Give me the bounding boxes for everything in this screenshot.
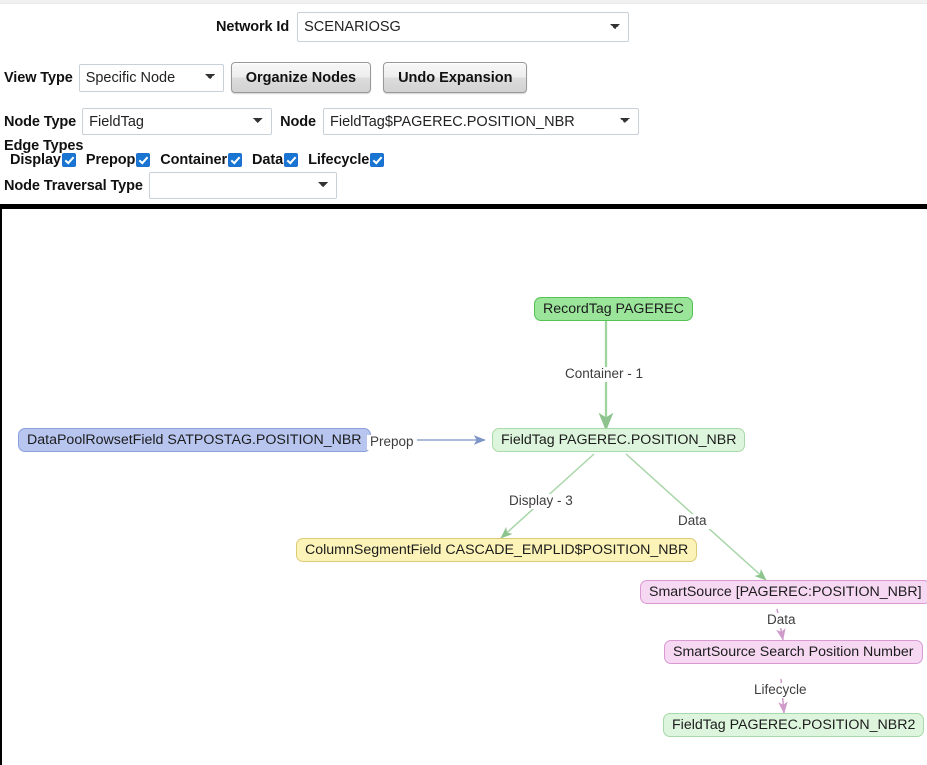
graph-canvas-panel[interactable]: RecordTag PAGEREC DataPoolRowsetField SA… bbox=[0, 204, 927, 765]
graph-node-datapoolrowsetfield[interactable]: DataPoolRowsetField SATPOSTAG.POSITION_N… bbox=[18, 428, 371, 452]
view-type-row: View Type Specific Node Organize Nodes U… bbox=[4, 62, 528, 93]
node-traversal-row: Node Traversal Type bbox=[4, 172, 337, 199]
edge-type-container[interactable]: Container bbox=[160, 152, 243, 168]
edge-type-prepop[interactable]: Prepop bbox=[85, 152, 151, 168]
edge-type-data-checkbox[interactable] bbox=[284, 153, 299, 167]
edge-label-prepop: Prepop bbox=[367, 434, 417, 450]
node-traversal-select[interactable] bbox=[148, 172, 337, 199]
node-type-label: Node Type bbox=[4, 113, 77, 130]
edge-type-display-label: Display bbox=[10, 152, 61, 168]
edge-type-container-label: Container bbox=[160, 152, 228, 168]
edge-label-lifecycle: Lifecycle bbox=[751, 682, 810, 698]
network-id-row: Network Id SCENARIOSG bbox=[216, 12, 630, 42]
edge-type-data-label: Data bbox=[252, 152, 284, 168]
edge-label-data-1: Data bbox=[675, 513, 710, 529]
node-type-row: Node Type FieldTag Node FieldTag$PAGEREC… bbox=[4, 108, 640, 135]
node-select[interactable]: FieldTag$PAGEREC.POSITION_NBR bbox=[323, 108, 640, 135]
edge-label-container: Container - 1 bbox=[562, 366, 647, 382]
node-traversal-label: Node Traversal Type bbox=[4, 177, 143, 194]
view-type-select[interactable]: Specific Node bbox=[78, 63, 224, 92]
edge-types-checkbox-row: Display Prepop Container Data Lifecycle bbox=[10, 152, 385, 168]
edge-type-lifecycle-checkbox[interactable] bbox=[370, 153, 385, 167]
graph-node-fieldtag2[interactable]: FieldTag PAGEREC.POSITION_NBR2 bbox=[663, 713, 925, 737]
edge-type-prepop-label: Prepop bbox=[85, 152, 136, 168]
edge-type-display[interactable]: Display bbox=[10, 152, 76, 168]
graph-node-fieldtag[interactable]: FieldTag PAGEREC.POSITION_NBR bbox=[492, 428, 746, 452]
edge-label-data-2: Data bbox=[764, 612, 799, 628]
edge-type-lifecycle[interactable]: Lifecycle bbox=[308, 152, 385, 168]
organize-nodes-button[interactable]: Organize Nodes bbox=[230, 62, 372, 93]
graph-node-smartsource-search[interactable]: SmartSource Search Position Number bbox=[664, 640, 923, 664]
graph-node-columnsegmentfield[interactable]: ColumnSegmentField CASCADE_EMPLID$POSITI… bbox=[296, 538, 698, 562]
network-id-label: Network Id bbox=[216, 19, 290, 35]
undo-expansion-button[interactable]: Undo Expansion bbox=[383, 62, 528, 93]
edge-label-display: Display - 3 bbox=[506, 493, 576, 509]
edge-type-data[interactable]: Data bbox=[252, 152, 299, 168]
node-type-select[interactable]: FieldTag bbox=[82, 108, 273, 135]
edge-type-lifecycle-label: Lifecycle bbox=[308, 152, 370, 168]
edge-type-container-checkbox[interactable] bbox=[228, 153, 243, 167]
graph-inner: RecordTag PAGEREC DataPoolRowsetField SA… bbox=[2, 209, 927, 765]
network-id-select[interactable]: SCENARIOSG bbox=[297, 12, 630, 42]
graph-node-smartsource[interactable]: SmartSource [PAGEREC:POSITION_NBR] bbox=[640, 580, 927, 604]
controls-panel: Network Id SCENARIOSG View Type Specific… bbox=[0, 4, 927, 202]
edge-type-prepop-checkbox[interactable] bbox=[136, 153, 151, 167]
view-type-label: View Type bbox=[4, 69, 73, 86]
edge-type-display-checkbox[interactable] bbox=[61, 153, 76, 167]
graph-node-recordtag[interactable]: RecordTag PAGEREC bbox=[534, 297, 693, 321]
node-label: Node bbox=[280, 113, 317, 130]
